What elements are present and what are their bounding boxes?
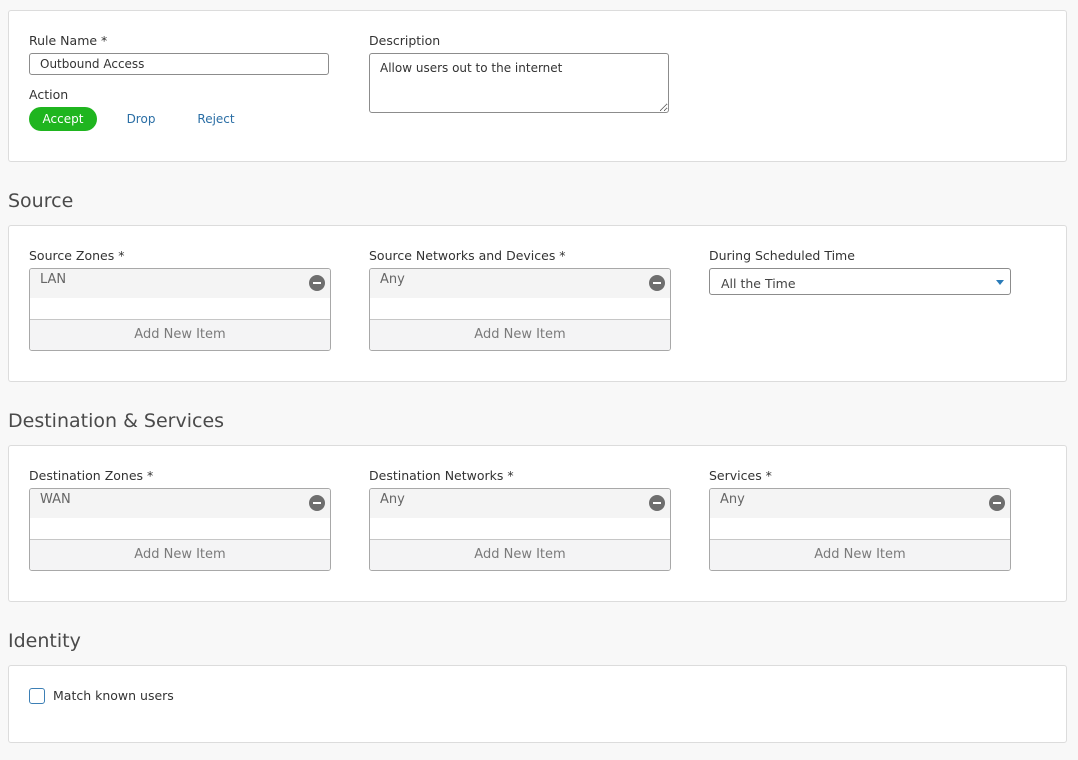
- drop-button[interactable]: Drop: [122, 107, 160, 131]
- source-networks-label: Source Networks and Devices *: [369, 248, 566, 263]
- remove-icon[interactable]: [989, 495, 1005, 511]
- list-item: Any: [370, 269, 670, 298]
- remove-icon[interactable]: [649, 495, 665, 511]
- destination-zones-list: WAN Add New Item: [29, 488, 331, 571]
- identity-title: Identity: [8, 630, 81, 652]
- list-item: Any: [710, 489, 1010, 518]
- add-new-item-button[interactable]: Add New Item: [710, 539, 1010, 570]
- list-item-text: Any: [380, 272, 405, 287]
- services-label: Services *: [709, 468, 772, 483]
- reject-button[interactable]: Reject: [194, 107, 238, 131]
- destination-title: Destination & Services: [8, 410, 225, 432]
- source-zones-label: Source Zones *: [29, 248, 125, 263]
- remove-icon[interactable]: [649, 275, 665, 291]
- source-networks-list: Any Add New Item: [369, 268, 671, 351]
- source-zones-list: LAN Add New Item: [29, 268, 331, 351]
- description-textarea[interactable]: Allow users out to the internet: [369, 53, 669, 113]
- rule-name-label: Rule Name *: [29, 33, 108, 48]
- caret-down-icon: [996, 280, 1004, 285]
- schedule-select[interactable]: All the Time: [709, 268, 1011, 295]
- list-item: Any: [370, 489, 670, 518]
- identity-panel: [8, 665, 1067, 743]
- remove-icon[interactable]: [309, 275, 325, 291]
- list-item-text: Any: [720, 492, 745, 507]
- match-known-users-checkbox[interactable]: [29, 688, 45, 704]
- accept-button[interactable]: Accept: [29, 107, 97, 131]
- source-title: Source: [8, 190, 74, 212]
- list-item: WAN: [30, 489, 330, 518]
- add-new-item-button[interactable]: Add New Item: [30, 319, 330, 350]
- destination-networks-list: Any Add New Item: [369, 488, 671, 571]
- list-item-text: Any: [380, 492, 405, 507]
- remove-icon[interactable]: [309, 495, 325, 511]
- description-label: Description: [369, 33, 441, 48]
- action-label: Action: [29, 87, 69, 102]
- schedule-label: During Scheduled Time: [709, 248, 855, 263]
- add-new-item-button[interactable]: Add New Item: [370, 319, 670, 350]
- list-item-text: WAN: [40, 492, 71, 507]
- rule-name-input[interactable]: [29, 53, 329, 75]
- services-list: Any Add New Item: [709, 488, 1011, 571]
- match-known-users-label: Match known users: [53, 688, 174, 703]
- list-item: LAN: [30, 269, 330, 298]
- schedule-select-value: All the Time: [721, 276, 796, 291]
- destination-networks-label: Destination Networks *: [369, 468, 514, 483]
- list-item-text: LAN: [40, 272, 67, 287]
- add-new-item-button[interactable]: Add New Item: [30, 539, 330, 570]
- add-new-item-button[interactable]: Add New Item: [370, 539, 670, 570]
- destination-zones-label: Destination Zones *: [29, 468, 154, 483]
